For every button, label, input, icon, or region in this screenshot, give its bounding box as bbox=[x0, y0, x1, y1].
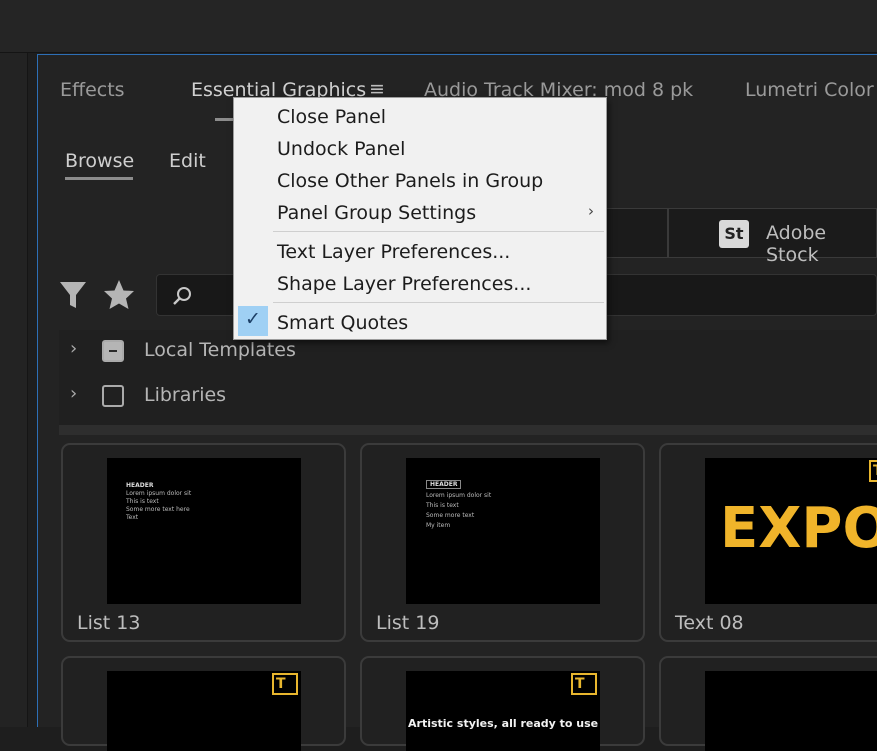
template-card-text-08[interactable]: EXPO T Text 08 bbox=[659, 443, 877, 642]
template-thumbnail bbox=[705, 671, 877, 751]
menu-item-close-other-panels[interactable]: Close Other Panels in Group bbox=[277, 170, 543, 192]
left-panel-strip bbox=[0, 53, 28, 727]
adobe-stock-segment[interactable]: St Adobe Stock bbox=[668, 208, 877, 266]
panel-context-menu: Close Panel Undock Panel Close Other Pan… bbox=[233, 97, 607, 340]
checkmark-icon: ✓ bbox=[245, 308, 261, 330]
template-thumbnail: HEADER Lorem ipsum dolor sit This is tex… bbox=[406, 458, 600, 604]
menu-item-panel-group-settings[interactable]: Panel Group Settings bbox=[277, 202, 476, 224]
thumb-line: Some more text bbox=[426, 512, 475, 519]
section-divider bbox=[59, 425, 877, 435]
thumb-title-text: Artistic styles, all ready to use bbox=[408, 717, 599, 730]
search-icon bbox=[171, 284, 195, 312]
template-thumbnail: HEADER Lorem ipsum dolor sit This is tex… bbox=[107, 458, 301, 604]
application-top-bar bbox=[0, 0, 877, 53]
template-card[interactable]: T bbox=[61, 656, 346, 751]
thumb-line: Text bbox=[126, 514, 139, 521]
menu-item-text-layer-preferences[interactable]: Text Layer Preferences... bbox=[277, 241, 510, 263]
thumb-line: Lorem ipsum dolor sit bbox=[126, 490, 192, 497]
thumb-line: This is text bbox=[426, 502, 459, 509]
thumb-line: Some more text here bbox=[126, 506, 190, 513]
local-templates-label[interactable]: Local Templates bbox=[144, 339, 296, 361]
menu-item-close-panel[interactable]: Close Panel bbox=[277, 106, 386, 128]
local-templates-icon bbox=[102, 340, 124, 362]
tab-lumetri-color[interactable]: Lumetri Color bbox=[745, 79, 874, 101]
thumb-line: My item bbox=[426, 522, 451, 529]
menu-separator bbox=[273, 302, 604, 303]
template-card-label: Text 08 bbox=[675, 612, 744, 634]
adobe-stock-label: Adobe Stock bbox=[766, 222, 827, 266]
template-card[interactable]: T Artistic styles, all ready to use bbox=[360, 656, 645, 751]
template-thumbnail: T Artistic styles, all ready to use bbox=[406, 671, 600, 751]
thumb-header-text: HEADER bbox=[126, 482, 154, 489]
filter-icon[interactable] bbox=[58, 279, 88, 315]
tab-effects[interactable]: Effects bbox=[60, 79, 125, 101]
template-card-label: List 19 bbox=[376, 612, 440, 634]
thumb-line: Lorem ipsum dolor sit bbox=[426, 492, 492, 499]
subtab-browse[interactable]: Browse bbox=[65, 150, 134, 172]
template-thumbnail: T bbox=[107, 671, 301, 751]
adobe-stock-icon: St bbox=[719, 220, 749, 248]
template-card[interactable] bbox=[659, 656, 877, 751]
chevron-right-icon[interactable]: › bbox=[70, 338, 77, 359]
template-card-label: List 13 bbox=[77, 612, 141, 634]
menu-item-shape-layer-preferences[interactable]: Shape Layer Preferences... bbox=[277, 273, 531, 295]
menu-item-smart-quotes[interactable]: Smart Quotes bbox=[277, 312, 408, 334]
template-card-list-13[interactable]: HEADER Lorem ipsum dolor sit This is tex… bbox=[61, 443, 346, 642]
template-card-list-19[interactable]: HEADER Lorem ipsum dolor sit This is tex… bbox=[360, 443, 645, 642]
menu-separator bbox=[273, 231, 604, 232]
template-thumbnail: EXPO T bbox=[705, 458, 877, 604]
libraries-label[interactable]: Libraries bbox=[144, 384, 226, 406]
thumb-line: This is text bbox=[126, 498, 159, 505]
subtab-edit[interactable]: Edit bbox=[169, 150, 206, 172]
libraries-icon bbox=[102, 385, 124, 407]
missing-font-warning-icon: T bbox=[869, 460, 877, 482]
chevron-right-icon[interactable]: › bbox=[70, 383, 77, 404]
menu-item-undock-panel[interactable]: Undock Panel bbox=[277, 138, 405, 160]
thumb-header-text: HEADER bbox=[426, 480, 462, 489]
missing-font-warning-icon: T bbox=[272, 673, 298, 695]
missing-font-warning-icon: T bbox=[571, 673, 597, 695]
thumb-title-text: EXPO bbox=[720, 496, 877, 561]
submenu-arrow-icon: › bbox=[588, 202, 594, 220]
star-icon[interactable] bbox=[102, 278, 136, 316]
browse-underline bbox=[65, 177, 133, 180]
